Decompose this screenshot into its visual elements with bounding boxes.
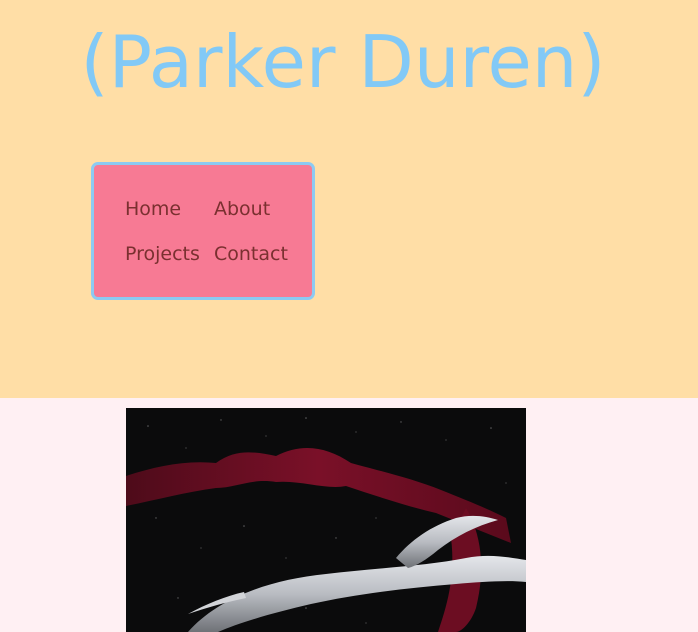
nav-link-about[interactable]: About xyxy=(214,197,270,221)
main-content xyxy=(0,398,698,632)
site-title: (Parker Duren) xyxy=(80,20,606,104)
nav-link-home[interactable]: Home xyxy=(125,197,181,221)
site-header: (Parker Duren) Home About Projects Conta… xyxy=(0,0,698,398)
nav-link-projects[interactable]: Projects xyxy=(125,242,200,266)
featured-artwork-image xyxy=(126,408,526,632)
main-nav: Home About Projects Contact xyxy=(91,162,315,300)
nav-link-contact[interactable]: Contact xyxy=(214,242,288,266)
